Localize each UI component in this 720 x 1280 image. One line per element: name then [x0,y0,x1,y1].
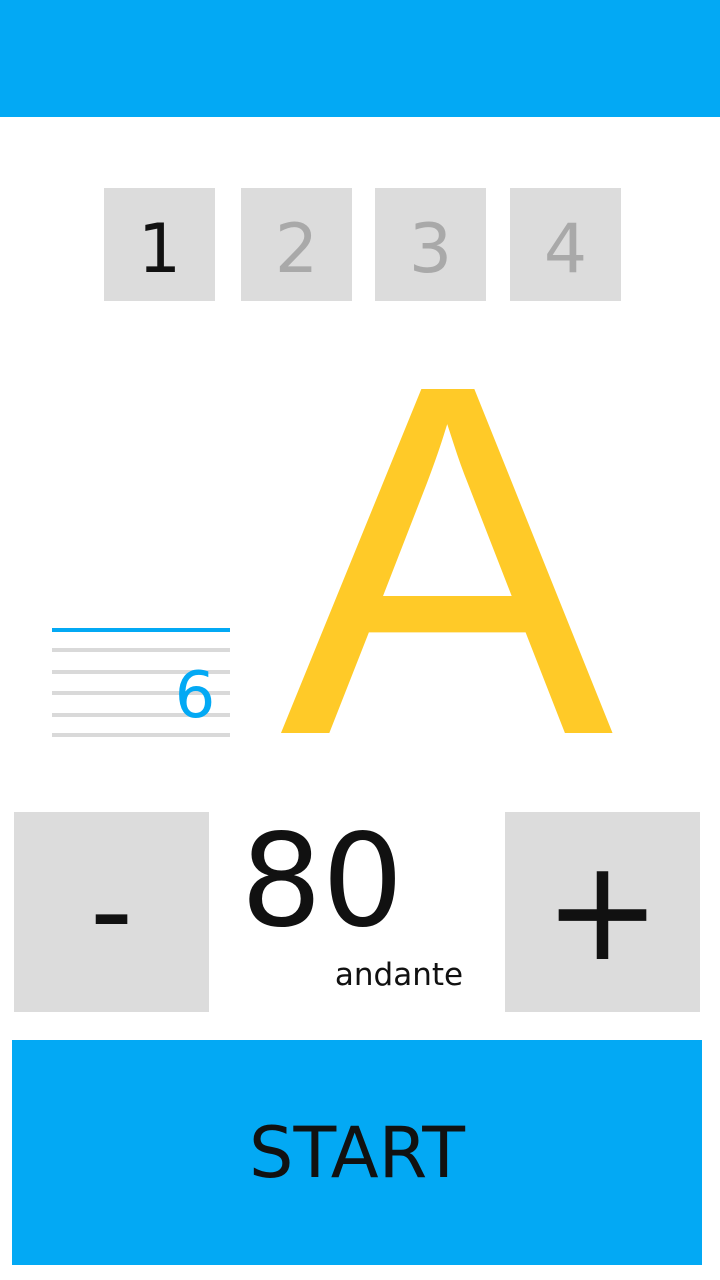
tempo-increase-button[interactable]: + [505,812,700,1012]
app-bar [0,0,720,117]
beat-3-label: 3 [408,209,453,289]
note-letter: A [280,280,614,839]
string-staff: 6 [52,628,230,740]
beat-1-label: 1 [137,209,182,289]
minus-icon: - [89,842,134,981]
staff-line-6 [52,733,230,737]
start-label: START [249,1111,465,1194]
string-number: 6 [174,659,216,733]
beat-2-label: 2 [274,209,319,289]
tempo-decrease-button[interactable]: - [14,812,209,1012]
tempo-marking: andante [334,957,464,993]
bpm-value: 80 [240,807,404,956]
beat-1-button[interactable]: 1 [104,188,215,301]
beat-4-label: 4 [543,209,588,289]
plus-icon: + [543,830,662,993]
staff-line-1 [52,628,230,632]
start-button[interactable]: START [12,1040,702,1265]
staff-line-2 [52,648,230,652]
